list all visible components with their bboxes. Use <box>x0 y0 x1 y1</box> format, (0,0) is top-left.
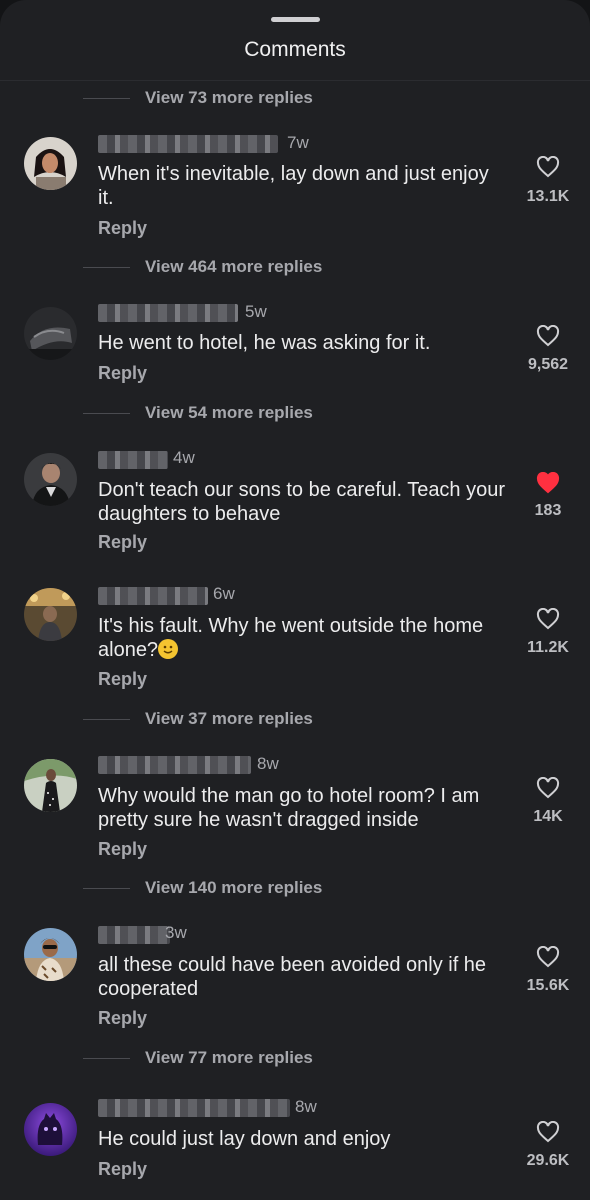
view-replies-link[interactable]: View 140 more replies <box>83 876 322 900</box>
comment-text-content: It's his fault. Why he went outside the … <box>98 615 484 661</box>
avatar[interactable] <box>24 759 77 812</box>
comment-text: It's his fault. Why he went outside the … <box>98 614 508 662</box>
replies-divider-line <box>83 887 130 889</box>
like-count: 9,562 <box>527 356 569 373</box>
avatar[interactable] <box>24 307 77 360</box>
replies-divider-line <box>83 266 130 268</box>
reply-button[interactable]: Reply <box>98 532 147 553</box>
replies-divider-line <box>83 412 130 414</box>
reply-button[interactable]: Reply <box>98 1159 147 1180</box>
comment-timestamp: 3w <box>165 923 187 942</box>
slightly-smiling-face-icon <box>158 639 179 659</box>
reply-button[interactable]: Reply <box>98 1008 147 1029</box>
comment-text: Don't teach our sons to be careful. Teac… <box>98 479 506 525</box>
username-blurred[interactable] <box>98 451 168 469</box>
avatar[interactable] <box>24 453 77 506</box>
username-blurred[interactable] <box>98 1099 290 1117</box>
comments-sheet: Comments View 73 more replies 7w When it… <box>0 0 590 1200</box>
comment-text: all these could have been avoided only i… <box>98 954 487 1000</box>
reply-button[interactable]: Reply <box>98 218 147 239</box>
reply-button[interactable]: Reply <box>98 839 147 860</box>
view-replies-link[interactable]: View 37 more replies <box>83 707 313 731</box>
username-blurred[interactable] <box>98 135 278 153</box>
heart-icon[interactable] <box>536 1121 560 1143</box>
avatar[interactable] <box>24 588 77 641</box>
username-blurred[interactable] <box>98 756 251 774</box>
like-count: 183 <box>534 502 562 519</box>
replies-divider-line <box>83 1057 130 1059</box>
comment-timestamp: 7w <box>287 133 309 152</box>
like-count: 15.6K <box>526 977 570 994</box>
like-count: 13.1K <box>526 188 570 205</box>
like-count: 29.6K <box>526 1152 570 1169</box>
replies-divider-line <box>83 718 130 720</box>
page-title: Comments <box>244 38 346 61</box>
view-replies-label: View 54 more replies <box>145 403 313 422</box>
heart-icon[interactable] <box>536 608 560 630</box>
comment-timestamp: 5w <box>245 302 267 321</box>
heart-filled-icon[interactable] <box>536 472 560 494</box>
comment-text: When it's inevitable, lay down and just … <box>98 163 489 209</box>
like-count: 11.2K <box>527 639 569 656</box>
view-replies-label: View 464 more replies <box>145 257 323 276</box>
view-replies-label: View 140 more replies <box>145 878 323 897</box>
username-blurred[interactable] <box>98 304 238 322</box>
username-blurred[interactable] <box>98 926 170 944</box>
comment-text: He could just lay down and enjoy <box>98 1128 391 1150</box>
replies-divider-line <box>83 97 130 99</box>
heart-icon[interactable] <box>536 325 560 347</box>
comment-timestamp: 8w <box>295 1097 317 1116</box>
like-count: 14K <box>533 808 563 825</box>
reply-button[interactable]: Reply <box>98 669 147 690</box>
view-replies-label: View 77 more replies <box>145 1048 313 1067</box>
reply-button[interactable]: Reply <box>98 363 147 384</box>
avatar[interactable] <box>24 137 77 190</box>
heart-icon[interactable] <box>536 777 560 799</box>
comment-timestamp: 6w <box>213 584 235 603</box>
comment-timestamp: 4w <box>173 448 195 467</box>
view-replies-link[interactable]: View 77 more replies <box>83 1046 313 1070</box>
avatar[interactable] <box>24 928 77 981</box>
username-blurred[interactable] <box>98 587 208 605</box>
comment-timestamp: 8w <box>257 754 279 773</box>
header-divider <box>0 80 590 81</box>
view-replies-link[interactable]: View 54 more replies <box>83 401 313 425</box>
comment-text: Why would the man go to hotel room? I am… <box>98 785 480 831</box>
heart-icon[interactable] <box>536 156 560 178</box>
heart-icon[interactable] <box>536 946 560 968</box>
view-replies-label: View 37 more replies <box>145 709 313 728</box>
comment-text: He went to hotel, he was asking for it. <box>98 332 431 354</box>
avatar[interactable] <box>24 1103 77 1156</box>
view-replies-label: View 73 more replies <box>145 88 313 107</box>
drag-handle[interactable] <box>271 17 320 22</box>
view-replies-link[interactable]: View 464 more replies <box>83 255 322 279</box>
view-replies-link[interactable]: View 73 more replies <box>83 86 313 110</box>
